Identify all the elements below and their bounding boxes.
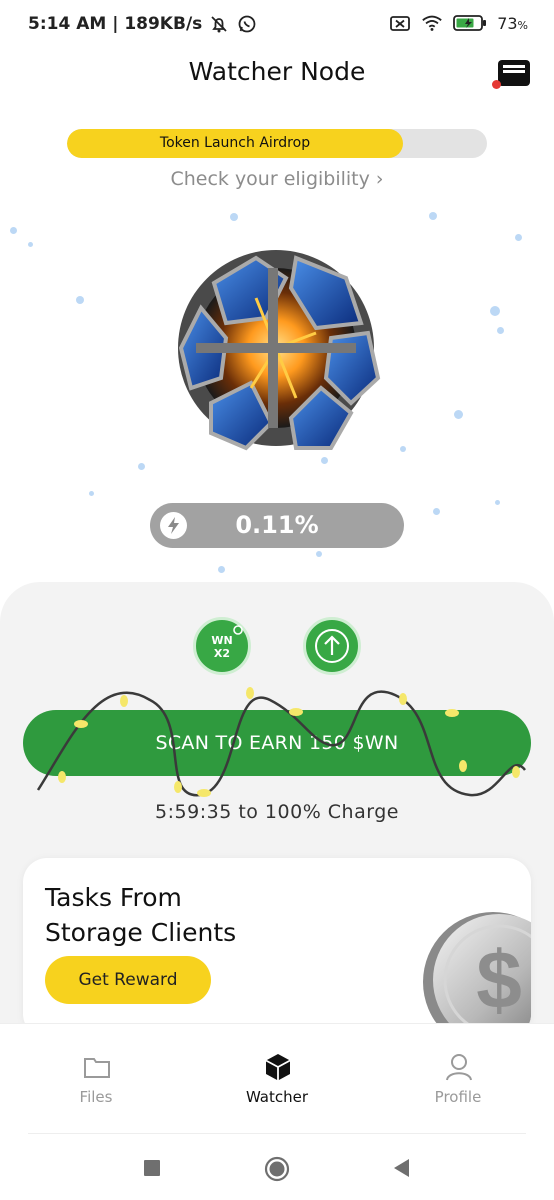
sim-off-icon [389, 12, 411, 34]
upgrade-button[interactable] [303, 617, 361, 675]
back-button[interactable] [390, 1156, 414, 1180]
charge-timer: 5:59:35 to 100% Charge [155, 801, 399, 823]
svg-text:$: $ [476, 935, 522, 1026]
get-reward-label: Get Reward [78, 970, 178, 990]
nav-label-files: Files [79, 1088, 113, 1106]
square-icon [144, 1160, 160, 1176]
circle-icon [264, 1156, 290, 1182]
arrow-up-icon [315, 629, 349, 663]
dollar-coin-icon: $ [423, 912, 531, 1038]
cube-icon [265, 1054, 291, 1081]
recents-button[interactable] [140, 1156, 164, 1180]
nav-item-profile[interactable]: Profile [388, 1024, 528, 1124]
status-bar: 5:14 AM | 189KB/s 73% [0, 0, 554, 48]
page-title: Watcher Node [188, 57, 366, 86]
status-left: 5:14 AM | 189KB/s [28, 13, 258, 35]
scan-to-earn-button[interactable]: SCAN TO EARN 150 $WN [23, 710, 531, 776]
system-navigation [0, 1134, 554, 1200]
nav-item-watcher[interactable]: Watcher [207, 1024, 347, 1124]
airdrop-progress-bar[interactable]: Token Launch Airdrop [67, 129, 487, 158]
battery-charging-icon [453, 12, 487, 34]
charge-indicator: 0.11% [150, 503, 404, 548]
notification-dot [492, 80, 501, 89]
charge-value: 0.11% [235, 511, 319, 539]
tasks-title: Tasks From Storage Clients [45, 883, 237, 947]
triangle-back-icon [394, 1159, 409, 1177]
scan-label: SCAN TO EARN 150 $WN [155, 732, 399, 754]
nav-label-watcher: Watcher [245, 1088, 309, 1106]
folder-icon [84, 1058, 110, 1078]
tasks-card[interactable]: Tasks From Storage Clients Get Reward $ [23, 858, 531, 1038]
nav-item-files[interactable]: Files [26, 1024, 166, 1124]
person-icon [446, 1054, 472, 1081]
get-reward-button[interactable]: Get Reward [45, 956, 211, 1004]
whatsapp-icon [236, 13, 258, 35]
status-time-network: 5:14 AM | 189KB/s [28, 14, 203, 34]
battery-percent: 73% [497, 13, 528, 33]
check-eligibility-link[interactable]: Check your eligibility › [0, 168, 554, 190]
multiplier-boost-button[interactable]: WN X2 [193, 617, 251, 675]
orb-image [178, 250, 381, 451]
airdrop-label: Token Launch Airdrop [159, 135, 311, 151]
multiplier-badge-icon [233, 625, 243, 635]
home-button[interactable] [264, 1156, 290, 1182]
wifi-icon [421, 12, 443, 34]
nav-label-profile: Profile [434, 1088, 482, 1106]
mute-bell-icon [208, 13, 230, 35]
bottom-nav: Files Watcher Profile [0, 1023, 554, 1133]
multiplier-text: WN X2 [211, 634, 233, 660]
watcher-node-orb[interactable] [156, 228, 396, 468]
status-right: 73% [389, 12, 528, 34]
